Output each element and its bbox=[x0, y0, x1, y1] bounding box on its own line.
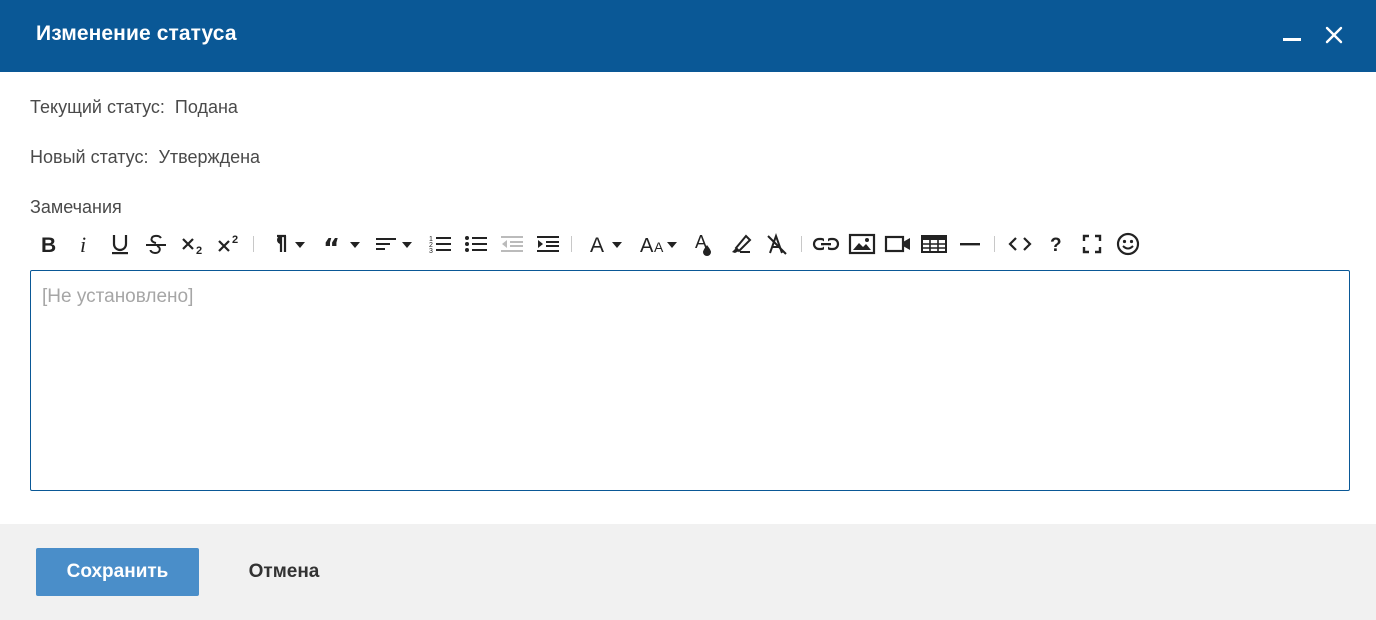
emoticons-icon[interactable] bbox=[1111, 228, 1145, 260]
horizontal-line-icon[interactable] bbox=[953, 228, 987, 260]
toolbar-separator bbox=[801, 236, 802, 252]
new-status-row: Новый статус: Утверждена bbox=[30, 147, 260, 168]
font-family-icon[interactable]: A bbox=[584, 228, 628, 260]
svg-text:2: 2 bbox=[232, 234, 238, 246]
current-status-value: Подана bbox=[174, 97, 238, 117]
notes-label: Замечания bbox=[30, 197, 122, 217]
svg-text:i: i bbox=[80, 233, 86, 255]
toolbar-separator bbox=[994, 236, 995, 252]
unordered-list-icon[interactable] bbox=[459, 228, 493, 260]
underline-icon[interactable] bbox=[104, 228, 136, 260]
minimize-icon[interactable] bbox=[1280, 22, 1306, 48]
svg-text:A: A bbox=[590, 234, 604, 256]
close-icon[interactable] bbox=[1321, 22, 1347, 48]
ordered-list-icon[interactable]: 123 bbox=[423, 228, 457, 260]
superscript-icon[interactable]: 2 bbox=[212, 228, 246, 260]
svg-text:?: ? bbox=[1050, 235, 1062, 256]
current-status-label: Текущий статус: bbox=[30, 97, 165, 117]
italic-icon[interactable]: i bbox=[68, 228, 100, 260]
svg-text:A: A bbox=[640, 235, 654, 256]
svg-text:3: 3 bbox=[429, 248, 433, 255]
code-view-icon[interactable] bbox=[1003, 228, 1037, 260]
toolbar-separator bbox=[253, 236, 254, 252]
subscript-icon[interactable]: 2 bbox=[176, 228, 210, 260]
align-icon[interactable] bbox=[372, 228, 416, 260]
svg-text:A: A bbox=[654, 239, 664, 255]
save-button[interactable]: Сохранить bbox=[36, 548, 199, 596]
dialog-header: Изменение статуса bbox=[0, 0, 1376, 72]
text-color-icon[interactable]: A bbox=[688, 228, 722, 260]
svg-text:B: B bbox=[41, 234, 56, 255]
strikethrough-icon[interactable] bbox=[140, 228, 172, 260]
table-icon[interactable] bbox=[917, 228, 951, 260]
paragraph-format-icon[interactable] bbox=[266, 228, 310, 260]
dialog-footer: Сохранить Отмена bbox=[0, 524, 1376, 620]
image-icon[interactable] bbox=[845, 228, 879, 260]
video-icon[interactable] bbox=[881, 228, 915, 260]
font-size-icon[interactable]: AA bbox=[636, 228, 682, 260]
svg-text:2: 2 bbox=[196, 245, 202, 256]
cancel-button[interactable]: Отмена bbox=[232, 548, 336, 596]
outdent-icon[interactable] bbox=[495, 228, 529, 260]
dialog-title: Изменение статуса bbox=[36, 22, 237, 45]
link-icon[interactable] bbox=[809, 228, 843, 260]
toolbar-separator bbox=[571, 236, 572, 252]
highlight-icon[interactable] bbox=[724, 228, 758, 260]
notes-editor[interactable]: [Не установлено] bbox=[30, 270, 1350, 491]
indent-icon[interactable] bbox=[531, 228, 565, 260]
bold-icon[interactable]: B bbox=[32, 228, 64, 260]
quote-icon[interactable]: “ bbox=[318, 228, 364, 260]
fullscreen-icon[interactable] bbox=[1075, 228, 1109, 260]
current-status-row: Текущий статус: Подана bbox=[30, 97, 238, 118]
svg-text:“: “ bbox=[323, 234, 340, 256]
new-status-label: Новый статус: bbox=[30, 147, 149, 167]
editor-toolbar: B i 2 2 “ 123 A A A A ? bbox=[30, 228, 1350, 260]
editor-placeholder: [Не установлено] bbox=[42, 286, 194, 307]
clear-formatting-icon[interactable] bbox=[760, 228, 794, 260]
new-status-value: Утверждена bbox=[158, 147, 261, 167]
help-icon[interactable]: ? bbox=[1039, 228, 1073, 260]
